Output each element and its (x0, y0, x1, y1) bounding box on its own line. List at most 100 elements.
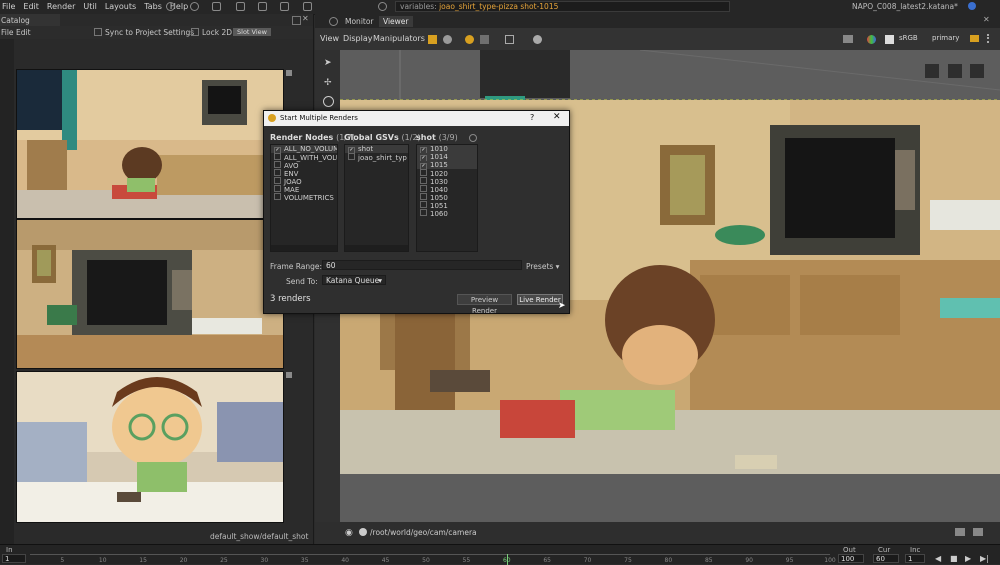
rotate-tool-icon[interactable] (323, 96, 334, 107)
list-item[interactable]: ✓ shot (345, 145, 408, 154)
next-frame-icon[interactable]: ▶| (980, 554, 989, 563)
gobo-icon[interactable] (480, 35, 489, 44)
checkbox-icon[interactable] (420, 209, 427, 216)
color-channels-icon[interactable] (867, 35, 876, 44)
play-backward-icon[interactable]: ◀ (935, 554, 941, 563)
more-options-icon[interactable] (987, 34, 992, 43)
checkbox-icon[interactable] (420, 201, 427, 208)
stop-icon[interactable]: ■ (950, 554, 958, 563)
send-to-select[interactable]: Katana Queue ▾ (322, 275, 386, 285)
display-mode-icon[interactable] (843, 35, 853, 43)
catalog-render-2[interactable] (16, 219, 284, 369)
lock2d-checkbox[interactable]: Lock 2D (191, 28, 232, 37)
list-item[interactable]: joao_shirt_typ (345, 153, 408, 162)
list-item[interactable]: MAE (271, 185, 337, 194)
current-frame-input[interactable]: 60 (873, 554, 899, 563)
menu-edit[interactable]: Edit (23, 2, 39, 11)
lock-icon[interactable] (286, 372, 292, 378)
camera-settings-icon[interactable] (955, 528, 965, 536)
close-button[interactable]: ✕ (553, 112, 561, 122)
sync-checkbox[interactable]: Sync to Project Settings (94, 28, 194, 37)
list-item[interactable]: 1051 (417, 201, 477, 210)
list-item[interactable]: ALL_WITH_VOLU (271, 153, 337, 162)
colorspace-select[interactable]: sRGB (899, 34, 918, 42)
cpu-icon[interactable] (258, 2, 267, 11)
preview-render-button[interactable]: Preview Render (457, 294, 512, 315)
timeline-ruler[interactable]: 5101520253035404550556065707580859095100 (30, 554, 836, 565)
help-button[interactable]: ? (530, 113, 534, 122)
viewer-menu-display[interactable]: Display (343, 34, 373, 43)
checkbox-icon[interactable] (274, 169, 281, 176)
list-item[interactable]: ✓ 1014 (417, 153, 477, 162)
variables-field[interactable]: variables: joao_shirt_type-pizza shot-10… (395, 1, 730, 12)
translate-tool-icon[interactable]: ✢ (324, 78, 332, 88)
list-item[interactable]: 1060 (417, 209, 477, 218)
checkbox-icon[interactable] (274, 177, 281, 184)
presets-dropdown[interactable]: Presets ▾ (526, 262, 559, 271)
camera-path[interactable]: /root/world/geo/cam/camera (370, 528, 477, 537)
select-tool-icon[interactable]: ➤ (324, 58, 332, 68)
box-icon[interactable] (428, 35, 437, 44)
camera-icon[interactable] (359, 528, 367, 536)
checkbox-icon[interactable] (420, 185, 427, 192)
settings-icon[interactable] (280, 2, 289, 11)
globe-icon[interactable] (443, 35, 452, 44)
catalog-render-3[interactable] (16, 371, 284, 523)
checkbox-icon[interactable] (420, 177, 427, 184)
list-item[interactable]: VOLUMETRICS (271, 193, 337, 202)
layout-icon[interactable] (212, 2, 221, 11)
list-item[interactable]: 1040 (417, 185, 477, 194)
lock-icon[interactable] (303, 2, 312, 11)
checkbox-icon[interactable] (420, 193, 427, 200)
tab-viewer[interactable]: Viewer (379, 16, 413, 27)
gsvs-list[interactable]: ✓ shot joao_shirt_typ (344, 144, 409, 252)
camera-icon[interactable] (533, 35, 542, 44)
catalog-render-1[interactable] (16, 69, 284, 219)
horizontal-scrollbar[interactable] (345, 245, 408, 251)
menu-file[interactable]: File (2, 2, 15, 11)
list-item[interactable]: ✓ 1015 (417, 161, 477, 170)
checkbox-icon[interactable] (274, 153, 281, 160)
safe-frame-icon[interactable] (973, 528, 983, 536)
render-icon[interactable] (166, 2, 175, 11)
menu-util[interactable]: Util (83, 2, 96, 11)
visibility-icon[interactable]: ◉ (345, 528, 353, 538)
lock-icon[interactable] (286, 70, 292, 76)
preview-icon[interactable] (236, 2, 245, 11)
in-frame-input[interactable]: 1 (2, 554, 26, 563)
refresh-icon[interactable] (190, 2, 199, 11)
tab-monitor[interactable]: Monitor (341, 16, 378, 27)
view-mode-select[interactable]: primary (932, 34, 959, 42)
shot-options-icon[interactable] (469, 134, 477, 142)
menu-layouts[interactable]: Layouts (105, 2, 136, 11)
menu-tabs[interactable]: Tabs (144, 2, 162, 11)
close-panel-icon[interactable]: ✕ (983, 15, 990, 24)
light-icon[interactable] (465, 35, 474, 44)
list-item[interactable]: 1050 (417, 193, 477, 202)
float-panel-icon[interactable] (292, 16, 301, 25)
checkbox-icon[interactable] (274, 185, 281, 192)
out-frame-input[interactable]: 100 (838, 554, 864, 563)
dialog-titlebar[interactable]: Start Multiple Renders ? ✕ (264, 111, 569, 126)
checkbox-icon[interactable] (348, 153, 355, 160)
checkbox-icon[interactable] (274, 161, 281, 168)
catalog-menu-file[interactable]: File (1, 28, 14, 37)
list-item[interactable]: JOAO (271, 177, 337, 186)
list-item[interactable]: 1030 (417, 177, 477, 186)
checker-icon[interactable] (885, 35, 894, 44)
list-item[interactable]: ✓ ALL_NO_VOLUM (271, 145, 337, 154)
play-forward-icon[interactable]: ▶ (965, 554, 971, 563)
list-item[interactable]: AVO (271, 161, 337, 170)
checkbox-icon[interactable] (420, 169, 427, 176)
gear-icon[interactable] (378, 2, 387, 11)
render-nodes-list[interactable]: ✓ ALL_NO_VOLUM ALL_WITH_VOLU AVO ENV JOAO… (270, 144, 338, 252)
tab-menu-icon[interactable] (329, 17, 338, 26)
catalog-menu-edit[interactable]: Edit (16, 28, 31, 37)
live-render-button[interactable]: Live Render (517, 294, 563, 305)
viewer-menu-view[interactable]: View (320, 34, 339, 43)
shot-list[interactable]: ✓ 1010 ✓ 1014 ✓ 1015 1020 1030 1040 1050 10… (416, 144, 478, 252)
frame-range-input[interactable]: 60 (322, 260, 522, 270)
increment-input[interactable]: 1 (905, 554, 925, 563)
list-item[interactable]: ✓ 1010 (417, 145, 477, 154)
info-icon[interactable] (968, 2, 976, 10)
